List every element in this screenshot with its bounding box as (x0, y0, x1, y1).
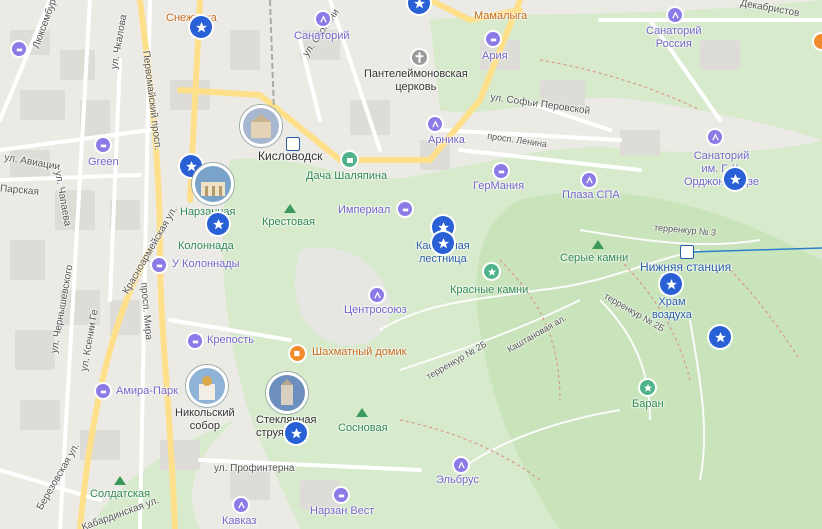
poi-label-germaniya[interactable]: ГерМания (473, 180, 524, 193)
hotel-icon[interactable] (334, 488, 348, 502)
hotel-icon[interactable] (152, 258, 166, 272)
poi-label-sanatoriy-ordzh[interactable]: Санаторий им. Г. К. Орджоникидзе (684, 150, 759, 189)
poi-label-baran[interactable]: Баран (632, 398, 664, 411)
poi-label-line: Никольский (175, 407, 235, 419)
poi-label-line: Орджоникидзе (684, 176, 759, 188)
poi-label-imperial[interactable]: Империал (338, 204, 390, 217)
poi-label-sanatoriy[interactable]: Санаторий (294, 30, 350, 43)
sanatorium-icon[interactable] (316, 12, 330, 26)
poi-label-line: церковь (395, 81, 437, 93)
poi-label-line: Россия (655, 38, 692, 50)
church-icon[interactable] (412, 50, 427, 65)
peak-icon (284, 204, 296, 213)
photo-marker-steklyannaya[interactable] (266, 372, 308, 414)
star-icon[interactable] (640, 380, 655, 395)
peak-icon (114, 476, 126, 485)
hotel-icon[interactable] (494, 164, 508, 178)
poi-label-green[interactable]: Green (88, 156, 119, 169)
photo-marker-nikolsky[interactable] (186, 365, 228, 407)
star-icon[interactable] (484, 264, 499, 279)
poi-label-nizhnyaya[interactable]: Нижняя станция (640, 261, 731, 274)
poi-label-krasnye-kamni[interactable]: Красные камни (450, 284, 528, 297)
street-label-profinterna: ул. Профинтерна (214, 463, 295, 474)
poi-label-arnika[interactable]: Арника (428, 134, 465, 147)
poi-label-aria[interactable]: Ария (482, 50, 508, 63)
star-icon[interactable] (207, 213, 229, 235)
poi-label-mamalyga[interactable]: Мамалыга (474, 10, 527, 23)
poi-label-krestovaya[interactable]: Крестовая (262, 216, 315, 229)
poi-label-amira[interactable]: Амира-Парк (116, 385, 178, 398)
poi-label-line: Пантелеймоновская (364, 68, 468, 80)
star-icon[interactable] (190, 16, 212, 38)
poi-label-dacha[interactable]: Дача Шаляпина (306, 170, 387, 183)
poi-label-hram[interactable]: Храм воздуха (652, 296, 692, 322)
star-icon[interactable] (285, 422, 307, 444)
poi-label-panteleimon[interactable]: Пантелеймоновская церковь (364, 68, 468, 94)
peak-icon (356, 408, 368, 417)
poi-label-shahmatny[interactable]: Шахматный домик (312, 346, 406, 359)
poi-label-line: воздуха (652, 309, 692, 321)
photo-marker-kislovodsk[interactable] (240, 105, 282, 147)
photo-marker-narzannaya[interactable] (192, 163, 234, 205)
sanatorium-icon[interactable] (582, 173, 596, 187)
peak-icon (592, 240, 604, 249)
sanatorium-icon[interactable] (668, 8, 682, 22)
hotel-icon[interactable] (96, 138, 110, 152)
cableway-icon[interactable] (680, 245, 694, 259)
hotel-icon[interactable] (398, 202, 412, 216)
poi-label-line: им. Г. К. (701, 163, 742, 175)
star-icon[interactable] (724, 168, 746, 190)
poi-label-plaza[interactable]: Плаза СПА (562, 189, 620, 202)
star-icon[interactable] (709, 326, 731, 348)
poi-label-kislovodsk[interactable]: Кисловодск (258, 150, 322, 163)
poi-label-serye-kamni[interactable]: Серые камни (560, 252, 628, 265)
sanatorium-icon[interactable] (454, 458, 468, 472)
poi-label-tsentrosoyuz[interactable]: Центросоюз (344, 304, 407, 317)
hotel-icon[interactable] (188, 334, 202, 348)
poi-label-sosnovaya[interactable]: Сосновая (338, 422, 388, 435)
poi-label-krepost[interactable]: Крепость (207, 334, 254, 347)
hotel-icon[interactable] (96, 384, 110, 398)
poi-label-line: Стеклянная (256, 414, 317, 426)
hotel-icon[interactable] (12, 42, 26, 56)
sanatorium-icon[interactable] (428, 117, 442, 131)
railway-icon[interactable] (286, 137, 300, 151)
poi-label-u-kolonnady[interactable]: У Колоннады (172, 258, 240, 271)
map-canvas[interactable]: ул. Стопани ул. Софьи Перовской просп. Л… (0, 0, 822, 529)
cafe-icon[interactable] (290, 346, 305, 361)
poi-label-kavkaz[interactable]: Кавказ (222, 515, 256, 528)
poi-label-line: Санаторий (646, 25, 702, 37)
poi-label-elbrus[interactable]: Эльбрус (436, 474, 479, 487)
poi-label-sanatoriy-rossiya[interactable]: Санаторий Россия (646, 25, 702, 51)
poi-label-soldatskaya[interactable]: Солдатская (90, 488, 150, 501)
hotel-icon[interactable] (486, 32, 500, 46)
sanatorium-icon[interactable] (708, 130, 722, 144)
poi-label-kolonnada[interactable]: Колоннада (178, 240, 234, 253)
poi-label-nikolsky[interactable]: Никольский собор (175, 407, 235, 433)
museum-icon[interactable] (342, 152, 357, 167)
star-icon[interactable] (432, 232, 454, 254)
poi-label-narzan-vest[interactable]: Нарзан Вест (310, 505, 374, 518)
cafe-icon[interactable] (814, 34, 822, 49)
poi-label-line: Храм (658, 296, 686, 308)
poi-label-line: собор (189, 420, 220, 432)
sanatorium-icon[interactable] (234, 498, 248, 512)
poi-label-line: Санаторий (693, 150, 750, 162)
poi-label-line: лестница (419, 253, 467, 265)
star-icon[interactable] (660, 273, 682, 295)
sanatorium-icon[interactable] (370, 288, 384, 302)
